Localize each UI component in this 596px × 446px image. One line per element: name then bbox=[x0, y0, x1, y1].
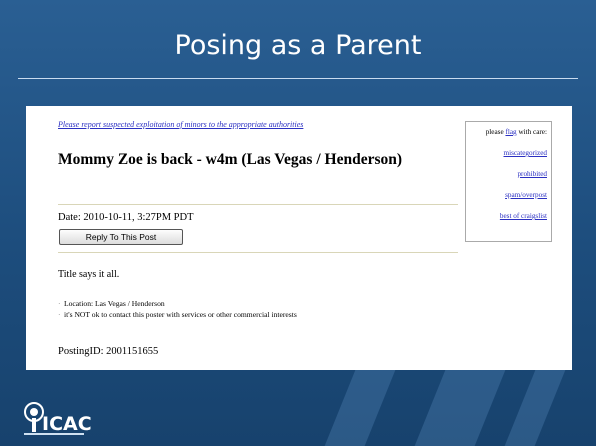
flag-link[interactable]: flag bbox=[505, 128, 516, 136]
flag-prohibited-link[interactable]: prohibited bbox=[466, 170, 547, 178]
icac-logo: ICAC bbox=[24, 402, 92, 435]
craigslist-screenshot: Please report suspected exploitation of … bbox=[26, 106, 572, 370]
post-body: Title says it all. bbox=[58, 269, 120, 280]
reply-button[interactable]: Reply To This Post bbox=[59, 229, 183, 245]
post-title: Mommy Zoe is back - w4m (Las Vegas / Hen… bbox=[58, 151, 403, 168]
slide-title: Posing as a Parent bbox=[174, 30, 422, 61]
list-item: · it's NOT ok to contact this poster with… bbox=[58, 310, 297, 319]
flag-instructions: please flag with care: bbox=[485, 128, 547, 136]
post-details: · Location: Las Vegas / Henderson · it's N… bbox=[58, 298, 297, 320]
flag-spam-link[interactable]: spam/overpost bbox=[466, 191, 547, 199]
posting-id: PostingID: 2001151655 bbox=[58, 346, 159, 357]
flag-best-of-link[interactable]: best of craigslist bbox=[466, 212, 547, 220]
report-notice-link[interactable]: Please report suspected exploitation of … bbox=[58, 120, 303, 129]
post-date: Date: 2010-10-11, 3:27PM PDT bbox=[58, 212, 194, 223]
title-divider bbox=[18, 78, 578, 79]
divider bbox=[58, 204, 458, 205]
list-item: · Location: Las Vegas / Henderson bbox=[58, 299, 165, 308]
flag-panel: please flag with care: miscategorized pr… bbox=[465, 121, 552, 242]
svg-text:ICAC: ICAC bbox=[42, 413, 92, 435]
flag-miscategorized-link[interactable]: miscategorized bbox=[466, 149, 547, 157]
divider bbox=[58, 252, 458, 253]
